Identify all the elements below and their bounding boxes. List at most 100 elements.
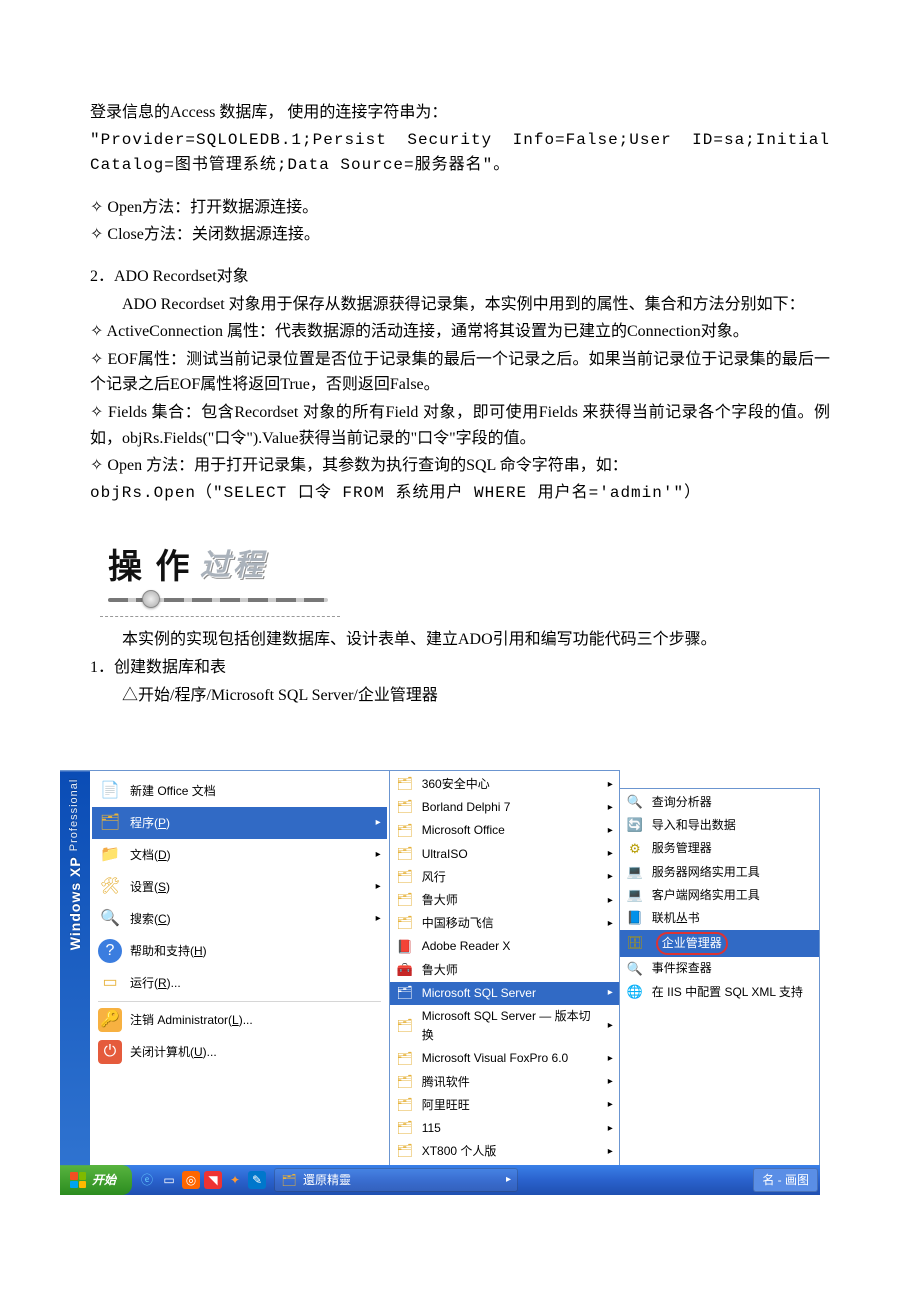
start-label: 开始: [92, 1171, 116, 1190]
programs-submenu-item[interactable]: 🗂 Borland Delphi 7: [390, 796, 619, 819]
programs-submenu-item[interactable]: 🗂 Microsoft Visual FoxPro 6.0: [390, 1047, 619, 1070]
sqlserver-submenu-item[interactable]: 🗄企业管理器: [620, 930, 819, 957]
start-menu-item[interactable]: 🔍搜索(C): [92, 903, 387, 935]
menu-label: Microsoft SQL Server — 版本切换: [422, 1007, 600, 1045]
heading-ado-recordset: 2．ADO Recordset对象: [90, 264, 830, 290]
heading-create-db: 1．创建数据库和表: [90, 655, 830, 681]
folder-icon: 🗂: [396, 915, 414, 933]
menu-label: 导入和导出数据: [652, 816, 736, 835]
menu-label: 在 IIS 中配置 SQL XML 支持: [652, 983, 803, 1002]
folder-icon: 🗂: [396, 799, 414, 817]
start-menu-item[interactable]: ▭运行(R)...: [92, 967, 387, 999]
programs-submenu-item[interactable]: 🗂 XT800 个人版: [390, 1140, 619, 1163]
start-menu-item[interactable]: 🛠设置(S): [92, 871, 387, 903]
banner-italic-text: 过程: [200, 542, 266, 590]
sqlserver-submenu-item[interactable]: 🔍 查询分析器: [620, 791, 819, 814]
tool-icon: 🔄: [626, 817, 644, 835]
menu-label: 腾讯软件: [422, 1073, 470, 1092]
tool-icon: 🔍: [626, 794, 644, 812]
sqlserver-submenu-item[interactable]: ⚙ 服务管理器: [620, 837, 819, 860]
start-menu-item[interactable]: 🗂程序(P): [92, 807, 387, 839]
programs-submenu-item[interactable]: 📕Adobe Reader X: [390, 935, 619, 958]
nav-path: 开始/程序/Microsoft SQL Server/企业管理器: [90, 683, 830, 709]
bullet-open-method: Open 方法：用于打开记录集，其参数为执行查询的SQL 命令字符串，如：: [90, 453, 830, 479]
banner-big-text: 操 作: [108, 540, 191, 594]
sqlserver-submenu-item[interactable]: 💻 服务器网络实用工具: [620, 861, 819, 884]
sqlserver-submenu-item[interactable]: 🌐在 IIS 中配置 SQL XML 支持: [620, 981, 819, 1004]
menu-label: Microsoft Visual FoxPro 6.0: [422, 1049, 569, 1068]
bullet-fields: Fields 集合：包含Recordset 对象的所有Field 对象，即可使用…: [90, 400, 830, 451]
menu-label: 注销 Administrator(L)...: [130, 1011, 253, 1030]
bullet-open: Open方法：打开数据源连接。: [90, 195, 830, 221]
start-menu-item[interactable]: 📄新建 Office 文档: [92, 775, 387, 807]
start-menu-left-panel: Windows XP Professional 📄新建 Office 文档🗂程序…: [60, 770, 390, 1165]
folder-icon: 🗂: [396, 845, 414, 863]
operation-process-banner: 操 作 过程: [100, 536, 340, 617]
folder-icon: 🗂: [396, 776, 414, 794]
programs-submenu-item[interactable]: 🗂鲁大师: [390, 889, 619, 912]
programs-submenu-item[interactable]: 🗂 腾讯软件: [390, 1071, 619, 1094]
tool-icon: ⚙: [626, 840, 644, 858]
programs-submenu-item[interactable]: 🗂360安全中心: [390, 773, 619, 796]
menu-label: Borland Delphi 7: [422, 798, 511, 817]
folder-icon: 📁: [98, 843, 122, 867]
sqlserver-submenu-item[interactable]: 🔍事件探查器: [620, 957, 819, 980]
start-menu-item[interactable]: 📁文档(D): [92, 839, 387, 871]
programs-submenu-item[interactable]: 🗂115: [390, 1117, 619, 1140]
start-menu-item[interactable]: 🔑 注销 Administrator(L)...: [92, 1004, 387, 1036]
programs-submenu-item[interactable]: 🗂Microsoft SQL Server — 版本切换: [390, 1005, 619, 1047]
programs-submenu-item[interactable]: 🗂 中国移动飞信: [390, 912, 619, 935]
tool-icon: 💻: [626, 863, 644, 881]
app-icon[interactable]: ◥: [204, 1171, 222, 1189]
menu-label: 查询分析器: [652, 793, 712, 812]
tool-icon: 📘: [626, 910, 644, 928]
menu-label: 新建 Office 文档: [130, 782, 216, 801]
start-button[interactable]: 开始: [60, 1165, 132, 1195]
bullet-activeconnection: ActiveConnection 属性：代表数据源的活动连接，通常将其设置为已建…: [90, 319, 830, 345]
menu-label: 鲁大师: [422, 961, 458, 980]
desktop-icon[interactable]: ▭: [160, 1171, 178, 1189]
app-icon[interactable]: ✎: [248, 1171, 266, 1189]
banner-bar-icon: [108, 598, 328, 602]
paragraph: 登录信息的Access 数据库， 使用的连接字符串为：: [90, 100, 830, 126]
folder-icon: 🗂: [396, 1143, 414, 1161]
folder-icon: 🗂: [396, 1073, 414, 1091]
tool-icon: 🗄: [626, 935, 644, 953]
folder-icon: 🛠: [98, 875, 122, 899]
taskbar-submenu-overflow: 🗂 還原精靈 ▸: [274, 1168, 518, 1192]
separator: [98, 1001, 381, 1002]
menu-label: 服务器网络实用工具: [652, 863, 760, 882]
submenu-last-item[interactable]: 還原精靈: [303, 1171, 351, 1190]
sqlserver-submenu-item[interactable]: 💻客户端网络实用工具: [620, 884, 819, 907]
connection-string: "Provider=SQLOLEDB.1;Persist Security In…: [90, 128, 830, 179]
menu-label: 中国移动飞信: [422, 914, 494, 933]
menu-label: 服务管理器: [652, 839, 712, 858]
code-sql: objRs.Open（"SELECT 口令 FROM 系统用户 WHERE 用户…: [90, 481, 830, 507]
programs-submenu-item[interactable]: 🧰 鲁大师: [390, 959, 619, 982]
app-icon[interactable]: ◎: [182, 1171, 200, 1189]
sqlserver-submenu-item[interactable]: 🔄 导入和导出数据: [620, 814, 819, 837]
programs-submenu-item[interactable]: 🗂阿里旺旺: [390, 1094, 619, 1117]
menu-label: XT800 个人版: [422, 1142, 497, 1161]
folder-icon: 🔑: [98, 1008, 122, 1032]
start-menu-item[interactable]: ?帮助和支持(H): [92, 935, 387, 967]
windows-sidebar-label: Windows XP Professional: [60, 771, 90, 1165]
quicklaunch: ⓔ ▭ ◎ ◥ ✦ ✎: [138, 1171, 266, 1189]
start-menu-item[interactable]: ⏻关闭计算机(U)...: [92, 1036, 387, 1068]
sqlserver-submenu-item[interactable]: 📘联机丛书: [620, 907, 819, 930]
pdf-icon: 📕: [396, 938, 414, 956]
programs-submenu-item[interactable]: 🗂风行: [390, 866, 619, 889]
programs-submenu-item[interactable]: 🗂Microsoft SQL Server: [390, 982, 619, 1005]
ie-icon[interactable]: ⓔ: [138, 1171, 156, 1189]
document-body: 登录信息的Access 数据库， 使用的连接字符串为： "Provider=SQ…: [0, 0, 920, 750]
taskbar-active-task[interactable]: 名 - 画图: [753, 1168, 818, 1192]
tool-icon: 💻: [626, 886, 644, 904]
folder-icon: 🗂: [396, 1050, 414, 1068]
menu-label: Microsoft Office: [422, 821, 505, 840]
start-menu-screenshot: Windows XP Professional 📄新建 Office 文档🗂程序…: [60, 770, 820, 1195]
app-icon[interactable]: ✦: [226, 1171, 244, 1189]
folder-icon: 🧰: [396, 961, 414, 979]
programs-submenu-item[interactable]: 🗂Microsoft Office: [390, 819, 619, 842]
programs-submenu-item[interactable]: 🗂UltraISO: [390, 843, 619, 866]
menu-label: 程序(P): [130, 814, 170, 833]
